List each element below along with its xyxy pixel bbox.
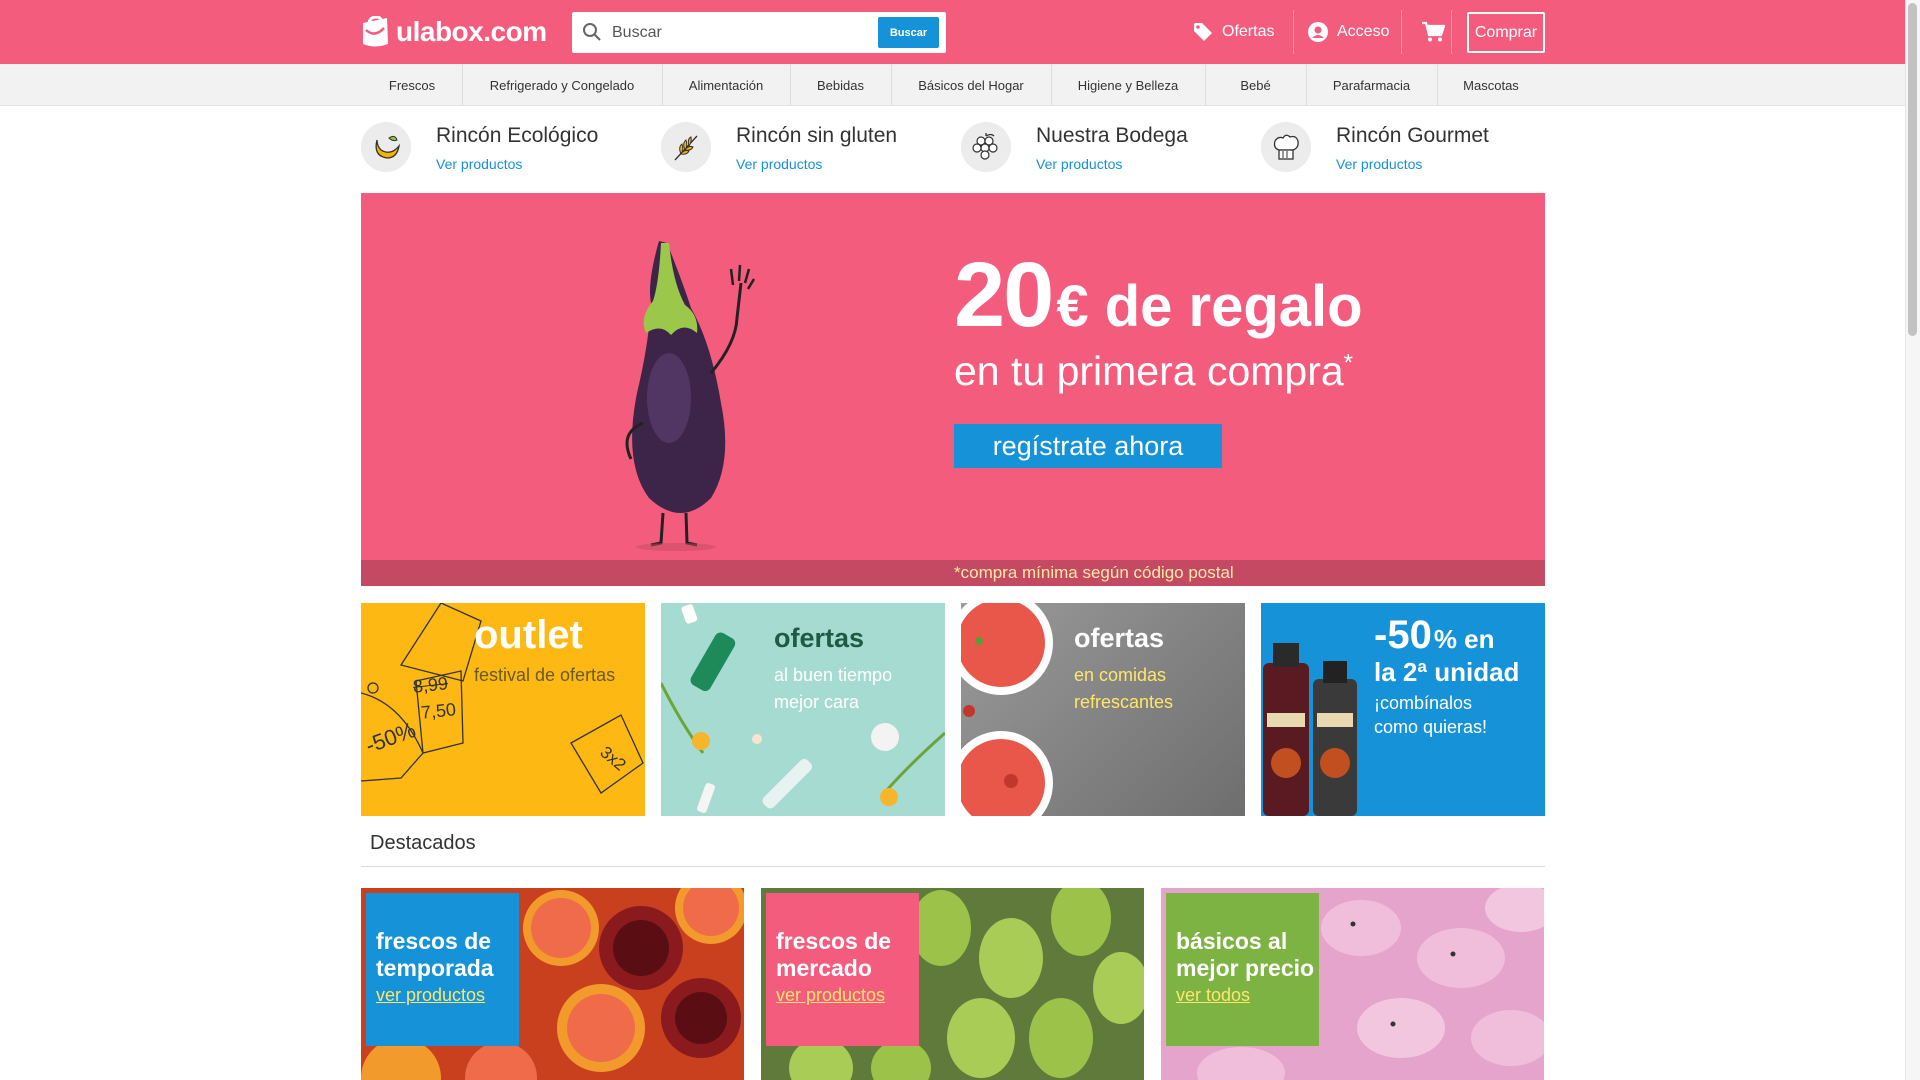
promo-title: ofertas <box>774 623 865 653</box>
hero-headline-rest: € de regalo <box>1056 274 1363 339</box>
user-icon <box>1308 22 1328 42</box>
leaf-moon-icon <box>361 122 411 172</box>
hero-headline: 20 € de regalo <box>954 243 1363 348</box>
category-alimentacion[interactable]: Alimentación <box>662 64 790 106</box>
corner-title: Nuestra Bodega <box>1036 124 1188 147</box>
hero-subline-mark: * <box>1343 349 1354 377</box>
ulabox-logo[interactable]: ulabox.com <box>360 15 547 49</box>
category-mascotas[interactable]: Mascotas <box>1437 64 1545 106</box>
featured-frescos-temporada[interactable]: frescos de temporada ver productos <box>361 888 744 1080</box>
acceso-link[interactable]: Acceso <box>1308 0 1389 64</box>
category-higiene-belleza[interactable]: Higiene y Belleza <box>1051 64 1205 106</box>
search-button[interactable]: Buscar <box>878 17 939 48</box>
hero-footnote-bar: *compra mínima según código postal <box>361 560 1545 586</box>
featured-label-box: básicos al mejor precio ver todos <box>1166 893 1319 1046</box>
promo-outlet[interactable]: 8,99 7,50 -50% 3x2 outlet festival de of… <box>361 603 645 816</box>
cart-icon <box>1422 21 1445 42</box>
featured-link[interactable]: ver todos <box>1176 985 1319 1006</box>
hero-banner[interactable]: 20 € de regalo en tu primera compra* reg… <box>361 193 1545 586</box>
corner-link[interactable]: Ver productos <box>436 156 522 172</box>
wheat-icon <box>661 122 711 172</box>
category-refrigerado[interactable]: Refrigerado y Congelado <box>462 64 662 106</box>
promo-buen-tiempo[interactable]: ofertas al buen tiempo mejor cara <box>661 603 945 816</box>
corner-title: Rincón sin gluten <box>736 124 898 147</box>
ofertas-link[interactable]: Ofertas <box>1193 0 1274 64</box>
promo-comidas-refrescantes[interactable]: ofertas en comidas refrescantes <box>961 603 1245 816</box>
corner-bodega[interactable]: Nuestra Bodega Ver productos <box>961 118 1241 178</box>
promo-subtitle: en comidas refrescantes <box>1074 662 1173 716</box>
hero-subline-text: en tu primera compra <box>954 348 1344 394</box>
promo-segunda-unidad[interactable]: -50 % en la 2ª unidad ¡combínalos como q… <box>1261 603 1545 816</box>
featured-title-line: mercado <box>776 955 872 981</box>
featured-link[interactable]: ver productos <box>376 985 519 1006</box>
promo-title-rest: % en <box>1433 624 1495 654</box>
featured-frescos-mercado[interactable]: frescos de mercado ver productos <box>761 888 1144 1080</box>
acceso-label: Acceso <box>1337 23 1390 40</box>
price-tag-old: 8,99 <box>411 673 449 697</box>
header-divider <box>1451 10 1452 54</box>
search-box: Buscar <box>572 12 946 53</box>
featured-divider <box>361 866 1545 867</box>
promo-subtitle: al buen tiempo mejor cara <box>774 662 892 716</box>
hero-footnote: *compra mínima según código postal <box>954 563 1234 582</box>
featured-title-line: frescos de <box>776 928 892 954</box>
promo-subtitle-line: mejor cara <box>774 692 860 712</box>
corner-title: Rincón Gourmet <box>1336 124 1489 147</box>
logo-text: ulabox.com <box>396 16 547 47</box>
search-input[interactable] <box>612 12 872 53</box>
corner-ecologico[interactable]: Rincón Ecológico Ver productos <box>361 118 641 178</box>
corner-title: Rincón Ecológico <box>436 124 599 147</box>
featured-link[interactable]: ver productos <box>776 985 919 1006</box>
corner-link[interactable]: Ver productos <box>736 156 822 172</box>
header-divider <box>1293 10 1294 54</box>
corner-link[interactable]: Ver productos <box>1036 156 1122 172</box>
comprar-button[interactable]: Comprar <box>1467 12 1545 53</box>
category-nav: Frescos Refrigerado y Congelado Alimenta… <box>0 64 1905 106</box>
tag-icon <box>1194 23 1212 41</box>
eggplant-illustration <box>625 241 756 551</box>
promo-subtitle-line: refrescantes <box>1074 692 1174 712</box>
price-tag-new: 7,50 <box>419 699 457 723</box>
promo-title: -50 % en <box>1374 613 1495 658</box>
header-divider <box>1401 10 1402 54</box>
featured-label-box: frescos de mercado ver productos <box>766 893 919 1046</box>
cart-button[interactable] <box>1421 0 1454 64</box>
featured-title-line: básicos al <box>1176 928 1288 954</box>
register-now-button[interactable]: regístrate ahora <box>954 424 1222 468</box>
category-bebe[interactable]: Bebé <box>1205 64 1306 106</box>
category-basicos-hogar[interactable]: Básicos del Hogar <box>891 64 1051 106</box>
category-parafarmacia[interactable]: Parafarmacia <box>1306 64 1437 106</box>
featured-title-line: temporada <box>376 955 494 981</box>
grapes-icon <box>961 122 1011 172</box>
corner-sin-gluten[interactable]: Rincón sin gluten Ver productos <box>661 118 941 178</box>
corner-link[interactable]: Ver productos <box>1336 156 1422 172</box>
promo-title-big: -50 <box>1374 613 1432 657</box>
top-header: ulabox.com Buscar Ofertas Acceso <box>0 0 1905 64</box>
chef-hat-icon <box>1261 122 1311 172</box>
hero-amount: 20 <box>954 244 1054 346</box>
featured-heading: Destacados <box>370 832 476 854</box>
featured-label-box: frescos de temporada ver productos <box>366 893 519 1046</box>
promo-subtitle-line: como quieras! <box>1374 717 1488 737</box>
featured-title-line: frescos de <box>376 928 492 954</box>
category-bebidas[interactable]: Bebidas <box>790 64 891 106</box>
promo-title: ofertas <box>1074 623 1165 653</box>
category-frescos[interactable]: Frescos <box>362 64 462 106</box>
hero-subline: en tu primera compra* <box>954 348 1353 395</box>
corner-gourmet[interactable]: Rincón Gourmet Ver productos <box>1261 118 1541 178</box>
featured-title-line: mejor precio <box>1176 955 1315 981</box>
scrollbar-thumb[interactable] <box>1908 3 1917 336</box>
ofertas-label: Ofertas <box>1222 23 1275 40</box>
promo-subtitle-line: ¡combínalos <box>1374 693 1473 713</box>
promo-subtitle: ¡combínalos como quieras! <box>1374 691 1487 739</box>
featured-basicos-precio[interactable]: básicos al mejor precio ver todos <box>1161 888 1544 1080</box>
promo-title-line2: la 2ª unidad <box>1374 657 1520 687</box>
logo-bag-icon <box>363 16 388 47</box>
promo-subtitle-line: al buen tiempo <box>774 665 893 685</box>
promo-subtitle: festival de ofertas <box>474 665 616 685</box>
promo-subtitle-line: en comidas <box>1074 665 1167 685</box>
promo-title: outlet <box>474 613 583 657</box>
search-icon <box>583 23 601 41</box>
